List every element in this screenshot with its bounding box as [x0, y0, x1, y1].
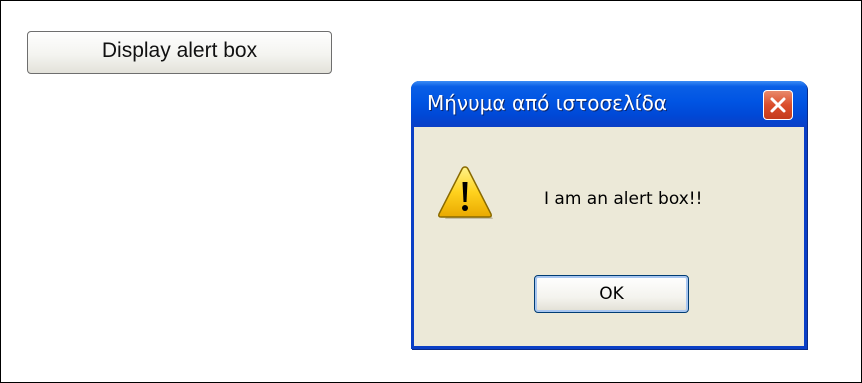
dialog-titlebar[interactable]: Μήνυμα από ιστοσελίδα [411, 81, 807, 127]
close-button[interactable] [763, 90, 793, 120]
close-icon [770, 97, 786, 113]
warning-icon [438, 166, 493, 219]
web-page: Display alert box Μήνυμα από ιστοσελίδα [0, 0, 862, 383]
ok-button[interactable]: OK [534, 275, 689, 313]
alert-message: I am an alert box!! [544, 189, 703, 209]
display-alert-button[interactable]: Display alert box [27, 31, 332, 74]
alert-dialog: Μήνυμα από ιστοσελίδα I am an alert box!… [411, 81, 807, 349]
dialog-title: Μήνυμα από ιστοσελίδα [427, 91, 667, 115]
